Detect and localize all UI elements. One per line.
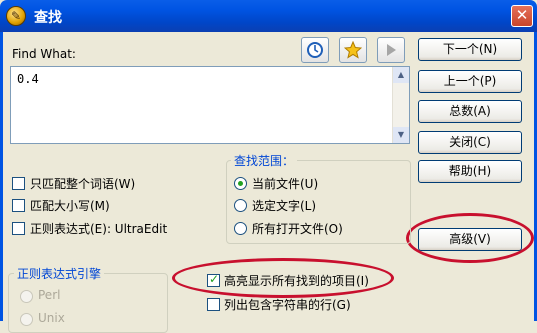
play-icon [387,44,396,56]
scroll-down-icon[interactable]: ▼ [393,127,409,143]
title-bar: ✎ 查找 ✕ [0,0,537,32]
scope-selection-radio[interactable] [234,199,247,212]
clock-icon [307,42,323,58]
match-case-label: 匹配大小写(M) [30,199,110,213]
window-title: 查找 [34,10,62,26]
search-scope-legend: 查找范围： [231,152,298,169]
engine-perl-radio[interactable] [20,290,33,303]
list-lines-label: 列出包含字符串的行(G) [224,298,351,312]
scope-current-file-radio[interactable] [234,177,247,190]
close-window-button[interactable]: ✕ [511,5,533,27]
scroll-up-icon[interactable]: ▲ [393,67,409,83]
count-button[interactable]: 总数(A) [418,100,522,123]
annotation-oval-highlight [172,258,394,298]
scope-selection-label: 选定文字(L) [252,199,317,213]
list-lines-checkbox[interactable] [207,298,220,311]
scope-current-file-label: 当前文件(U) [252,177,319,191]
find-what-label: Find What: [12,47,76,61]
match-case-checkbox[interactable] [12,199,25,212]
help-button[interactable]: 帮助(H) [418,160,522,183]
annotation-oval-advanced [406,213,534,263]
match-word-checkbox[interactable] [12,177,25,190]
scope-all-files-radio[interactable] [234,222,247,235]
regex-engine-legend: 正则表达式引擎 [14,265,105,282]
app-icon: ✎ [6,6,26,26]
run-button[interactable] [377,37,405,63]
close-button[interactable]: 关闭(C) [418,131,522,154]
star-icon [343,40,363,59]
find-scrollbar[interactable]: ▲ ▼ [392,67,409,143]
find-previous-button[interactable]: 上一个(P) [418,70,522,93]
engine-unix-radio[interactable] [20,313,33,326]
history-button[interactable] [301,37,329,63]
match-word-label: 只匹配整个词语(W) [30,177,136,191]
favorites-button[interactable] [339,37,367,63]
find-what-input[interactable]: 0.4 ▲ ▼ [10,66,410,144]
find-next-button[interactable]: 下一个(N) [418,38,522,61]
regex-engine-group [8,273,168,333]
engine-perl-label: Perl [38,288,61,302]
engine-unix-label: Unix [38,311,65,325]
scope-all-files-label: 所有打开文件(O) [252,222,343,236]
regex-label: 正则表达式(E): UltraEdit [30,222,168,236]
regex-checkbox[interactable] [12,222,25,235]
find-what-value: 0.4 [17,72,39,86]
